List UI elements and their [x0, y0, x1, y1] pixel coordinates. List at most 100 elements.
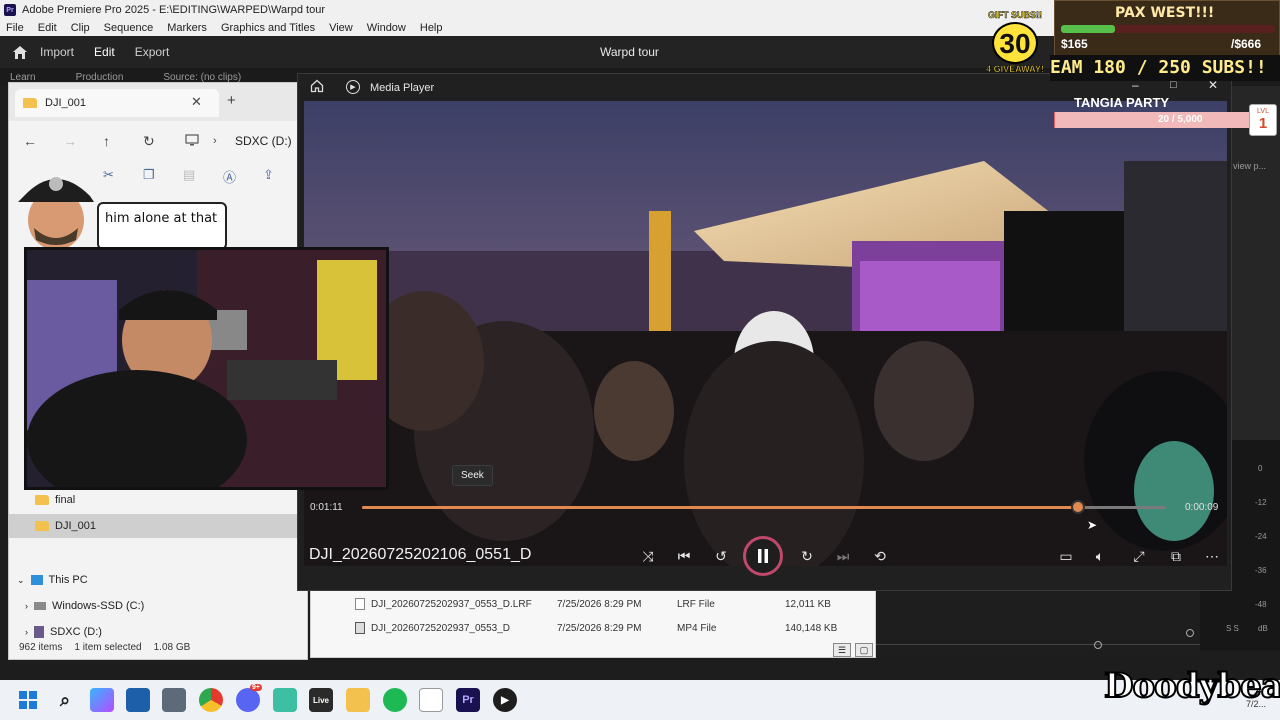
calculator-icon[interactable] — [162, 688, 186, 712]
volume-icon[interactable]: 🔈︎ — [1088, 545, 1112, 567]
chrome-icon[interactable] — [199, 688, 223, 712]
menu-window[interactable]: Window — [367, 22, 406, 34]
file-type: MP4 File — [677, 622, 717, 634]
captions-icon[interactable]: ▭ — [1054, 545, 1078, 567]
file-row[interactable]: DJI_20260725202937_0553_D 7/25/2026 8:29… — [311, 616, 877, 640]
player-app-title: Media Player — [370, 82, 435, 94]
chevron-right-icon[interactable]: › — [25, 627, 28, 637]
file-row[interactable]: DJI_20260725202937_0553_D.LRF 7/25/2026 … — [311, 592, 877, 616]
menu-help[interactable]: Help — [420, 22, 443, 34]
now-playing-title: DJI_20260725202106_0551_D — [309, 546, 532, 563]
seek-bar-thumb[interactable] — [1070, 500, 1085, 514]
selection-count: 1 item selected — [74, 642, 142, 653]
goal-progress-fill — [1061, 25, 1115, 33]
tree-item-final[interactable]: final — [9, 488, 309, 512]
tree-item-label: SDXC (D:) — [50, 626, 102, 638]
cut-icon[interactable]: ✂ — [103, 167, 114, 183]
workspace-tab-export[interactable]: Export — [135, 45, 170, 59]
chevron-down-icon[interactable]: ⌄ — [17, 575, 25, 586]
premiere-pro-icon[interactable]: Pr — [456, 688, 480, 712]
forward-30-icon[interactable]: ↻ — [795, 545, 819, 567]
panel-tab-learn[interactable]: Learn — [10, 72, 36, 83]
shuffle-icon[interactable]: ⤨ — [636, 545, 660, 567]
previous-track-icon[interactable]: ⏮ — [672, 545, 696, 567]
timeline-zoom-handle[interactable] — [1186, 629, 1194, 637]
tree-item-this-pc[interactable]: ⌄ This PC — [9, 568, 309, 592]
search-icon[interactable]: ⌕ — [53, 688, 77, 712]
gift-subs-label: GIFT SUBS!! — [988, 10, 1043, 21]
fullscreen-icon[interactable]: ⤢ — [1127, 545, 1151, 567]
next-track-icon[interactable]: ⏭ — [831, 545, 855, 567]
spotify-icon[interactable] — [383, 688, 407, 712]
rename-icon[interactable]: Ⓐ — [223, 167, 236, 186]
explorer-status-bar: 962 items 1 item selected 1.08 GB — [19, 642, 299, 653]
copilot-icon[interactable] — [90, 688, 114, 712]
workspace-tab-edit[interactable]: Edit — [94, 45, 115, 59]
seek-bar-progress — [362, 506, 1078, 509]
rewind-10-icon[interactable]: ↺ — [709, 545, 733, 567]
timeline-area — [876, 592, 1200, 658]
forward-arrow-icon[interactable]: → — [63, 133, 77, 149]
close-tab-icon[interactable]: ✕ — [191, 94, 202, 110]
explorer-tab[interactable]: DJI_001 — [15, 89, 219, 117]
item-count: 962 items — [19, 642, 63, 653]
tree-item-label: final — [55, 494, 76, 506]
windows-start-icon[interactable] — [16, 688, 40, 712]
menu-graphics-and-titles[interactable]: Graphics and Titles — [221, 22, 315, 34]
file-size: 12,011 KB — [785, 598, 831, 610]
up-arrow-icon[interactable]: ↑ — [103, 133, 110, 149]
home-icon[interactable] — [310, 79, 324, 96]
task-view-icon[interactable] — [126, 688, 150, 712]
goal-current: $165 — [1061, 37, 1088, 51]
new-tab-icon[interactable]: + — [227, 92, 236, 109]
share-icon[interactable]: ⇪ — [263, 167, 274, 183]
menu-clip[interactable]: Clip — [71, 22, 90, 34]
menu-sequence[interactable]: Sequence — [104, 22, 154, 34]
party-count: 20 / 5,000 — [1158, 114, 1203, 125]
menu-file[interactable]: File — [6, 22, 24, 34]
level-label: LVL — [1257, 108, 1269, 115]
party-progress-bar — [1054, 112, 1250, 128]
pause-button[interactable] — [743, 536, 783, 576]
repeat-off-icon[interactable]: ⟲ — [868, 545, 892, 567]
panel-tab-production[interactable]: Production — [76, 72, 124, 83]
details-view-icon[interactable]: ☰ — [833, 643, 851, 657]
timeline-scroll-handle[interactable] — [1094, 641, 1102, 649]
menu-markers[interactable]: Markers — [167, 22, 207, 34]
tiles-view-icon[interactable]: ▢ — [855, 643, 873, 657]
folder-icon — [23, 98, 37, 108]
tree-item-windows-ssd[interactable]: › Windows-SSD (C:) — [9, 594, 309, 618]
folder-icon — [35, 495, 49, 505]
back-arrow-icon[interactable]: ← — [23, 133, 37, 149]
paste-icon[interactable]: ▤ — [183, 167, 195, 183]
blank-document-icon[interactable] — [419, 688, 443, 712]
refresh-icon[interactable]: ↻ — [143, 133, 155, 150]
panel-tab-source[interactable]: Source: (no clips) — [163, 72, 241, 83]
mini-player-icon[interactable]: ⧉ — [1164, 545, 1188, 567]
explorer-tab-title: DJI_001 — [45, 97, 86, 109]
meter-label: 0 — [1258, 464, 1263, 473]
menu-view[interactable]: View — [329, 22, 353, 34]
more-options-icon[interactable]: ⋯ — [1200, 545, 1224, 567]
premiere-window-title: Adobe Premiere Pro 2025 - E:\EDITING\WAR… — [22, 4, 326, 16]
media-player-icon[interactable]: ▶ — [493, 688, 517, 712]
live-captions-icon[interactable]: Live — [309, 688, 333, 712]
address-breadcrumb[interactable]: SDXC (D:) — [235, 134, 292, 148]
chevron-right-icon[interactable]: › — [25, 601, 28, 611]
copy-icon[interactable]: ❐ — [143, 167, 155, 183]
goal-title: PAX WEST!!! — [1115, 5, 1215, 21]
tree-item-sdxc[interactable]: › SDXC (D:) — [9, 620, 309, 644]
menu-edit[interactable]: Edit — [38, 22, 57, 34]
discord-badge: 9+ — [250, 684, 262, 691]
discord-icon[interactable]: 9+ — [236, 684, 262, 712]
file-explorer-icon[interactable] — [346, 688, 370, 712]
computer-icon — [30, 575, 43, 585]
file-name: DJI_20260725202937_0553_D — [371, 622, 511, 634]
tree-item-dji-001[interactable]: DJI_001 — [9, 514, 309, 538]
workspace-tab-import[interactable]: Import — [40, 45, 74, 59]
computer-icon — [185, 133, 199, 149]
notepad-icon[interactable] — [273, 688, 297, 712]
home-icon[interactable] — [0, 45, 40, 60]
video-frame[interactable] — [304, 101, 1227, 566]
seek-bar[interactable] — [362, 500, 1166, 514]
